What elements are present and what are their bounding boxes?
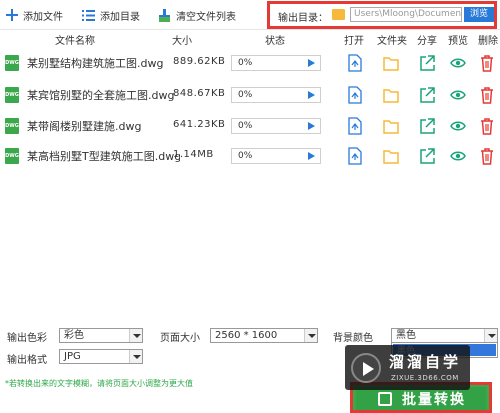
play-logo-icon: [351, 353, 381, 383]
progress-bar: 0%: [231, 148, 321, 164]
chevron-down-icon: [129, 350, 142, 363]
file-name: 某高档别墅T型建筑施工图.dwg: [27, 150, 180, 163]
open-folder-icon[interactable]: [383, 54, 399, 72]
start-icon[interactable]: [308, 59, 315, 67]
open-folder-icon[interactable]: [383, 86, 399, 104]
chevron-down-icon: [129, 329, 142, 342]
folder-icon: [332, 9, 345, 20]
preview-eye-icon[interactable]: [450, 117, 466, 135]
delete-trash-icon[interactable]: [479, 147, 495, 165]
batch-convert-label: 批量转换: [402, 391, 466, 408]
dwg-file-icon: DWG: [5, 87, 19, 103]
progress-bar: 0%: [231, 55, 321, 71]
clear-list-button[interactable]: 清空文件列表: [158, 6, 236, 24]
open-folder-icon[interactable]: [383, 117, 399, 135]
start-icon[interactable]: [308, 122, 315, 130]
col-open: 打开: [344, 36, 364, 47]
progress-bar: 0%: [231, 87, 321, 103]
dwg-file-icon: DWG: [5, 118, 19, 134]
browse-button[interactable]: 浏览: [464, 7, 494, 22]
background-color-select[interactable]: 黑色: [391, 328, 498, 343]
background-color-label: 背景颜色: [333, 333, 373, 344]
delete-trash-icon[interactable]: [479, 86, 495, 104]
output-format-label: 输出格式: [7, 355, 47, 366]
broom-icon: [159, 8, 170, 22]
share-icon[interactable]: [419, 86, 435, 104]
open-file-icon[interactable]: [347, 147, 363, 165]
output-color-label: 输出色彩: [7, 333, 47, 344]
open-file-icon[interactable]: [347, 86, 363, 104]
col-size: 大小: [172, 36, 192, 47]
chevron-down-icon: [484, 329, 497, 342]
preview-eye-icon[interactable]: [450, 86, 466, 104]
toolbar: 添加文件 添加目录 清空文件列表 输出目录： Users\Mloong\Docu…: [0, 0, 500, 30]
open-folder-icon[interactable]: [383, 147, 399, 165]
progress-text: 0%: [238, 58, 253, 68]
col-delete: 删除: [478, 36, 498, 47]
convert-icon: [378, 392, 392, 406]
start-icon[interactable]: [308, 152, 315, 160]
file-name: 某别墅结构建筑施工图.dwg: [27, 57, 164, 70]
hint-text: *若转换出来的文字模糊，请将页面大小调整为更大值: [5, 379, 193, 388]
dwg-file-icon: DWG: [5, 55, 19, 71]
share-icon[interactable]: [419, 147, 435, 165]
background-color-value: 黑色: [396, 330, 416, 341]
file-name: 某宾馆别墅的全套施工图.dwg: [27, 89, 175, 102]
output-path-field[interactable]: Users\Mloong\Documents: [350, 7, 462, 22]
app-window: 添加文件 添加目录 清空文件列表 输出目录： Users\Mloong\Docu…: [0, 0, 500, 413]
add-directory-button[interactable]: 添加目录: [82, 6, 140, 24]
file-name: 某带阁楼别墅建施.dwg: [27, 120, 142, 133]
preview-eye-icon[interactable]: [450, 54, 466, 72]
open-file-icon[interactable]: [347, 117, 363, 135]
output-directory-label: 输出目录：: [278, 13, 328, 24]
share-icon[interactable]: [419, 54, 435, 72]
output-format-select[interactable]: JPG: [59, 349, 143, 364]
plus-icon: [6, 9, 18, 21]
watermark-logo: 溜溜自学 ZIXUE.3D66.COM: [345, 345, 470, 390]
start-icon[interactable]: [308, 91, 315, 99]
output-color-select[interactable]: 彩色: [59, 328, 143, 343]
col-folder: 文件夹: [377, 36, 407, 47]
share-icon[interactable]: [419, 117, 435, 135]
chevron-down-icon: [304, 329, 317, 342]
watermark-subtitle: ZIXUE.3D66.COM: [391, 374, 459, 382]
table-row[interactable]: DWG 某宾馆别墅的全套施工图.dwg 848.67KB 0%: [0, 81, 500, 111]
delete-trash-icon[interactable]: [479, 54, 495, 72]
col-name: 文件名称: [55, 36, 95, 47]
table-row[interactable]: DWG 某高档别墅T型建筑施工图.dwg 1.14MB 0%: [0, 142, 500, 172]
output-color-value: 彩色: [64, 330, 84, 341]
col-share: 分享: [417, 36, 437, 47]
dwg-file-icon: DWG: [5, 148, 19, 164]
table-row[interactable]: DWG 某别墅结构建筑施工图.dwg 889.62KB 0%: [0, 49, 500, 79]
progress-text: 0%: [238, 151, 253, 161]
table-row[interactable]: DWG 某带阁楼别墅建施.dwg 641.23KB 0%: [0, 112, 500, 142]
add-directory-label: 添加目录: [100, 11, 140, 23]
progress-bar: 0%: [231, 118, 321, 134]
page-size-label: 页面大小: [160, 333, 200, 344]
output-directory-group: 输出目录： Users\Mloong\Documents 浏览: [267, 1, 497, 29]
list-icon: [82, 9, 95, 21]
batch-convert-button[interactable]: 批量转换: [356, 387, 486, 410]
watermark-title: 溜溜自学: [389, 353, 462, 371]
clear-list-label: 清空文件列表: [176, 11, 236, 23]
add-file-label: 添加文件: [23, 11, 63, 23]
output-format-value: JPG: [64, 351, 81, 362]
col-status: 状态: [265, 36, 285, 47]
page-size-select[interactable]: 2560 * 1600: [210, 328, 318, 343]
progress-text: 0%: [238, 90, 253, 100]
add-file-button[interactable]: 添加文件: [6, 6, 63, 24]
preview-eye-icon[interactable]: [450, 147, 466, 165]
page-size-value: 2560 * 1600: [215, 330, 278, 341]
open-file-icon[interactable]: [347, 54, 363, 72]
file-list-header: 文件名称 大小 状态 打开 文件夹 分享 预览 删除: [0, 30, 500, 47]
col-preview: 预览: [448, 36, 468, 47]
delete-trash-icon[interactable]: [479, 117, 495, 135]
progress-text: 0%: [238, 121, 253, 131]
